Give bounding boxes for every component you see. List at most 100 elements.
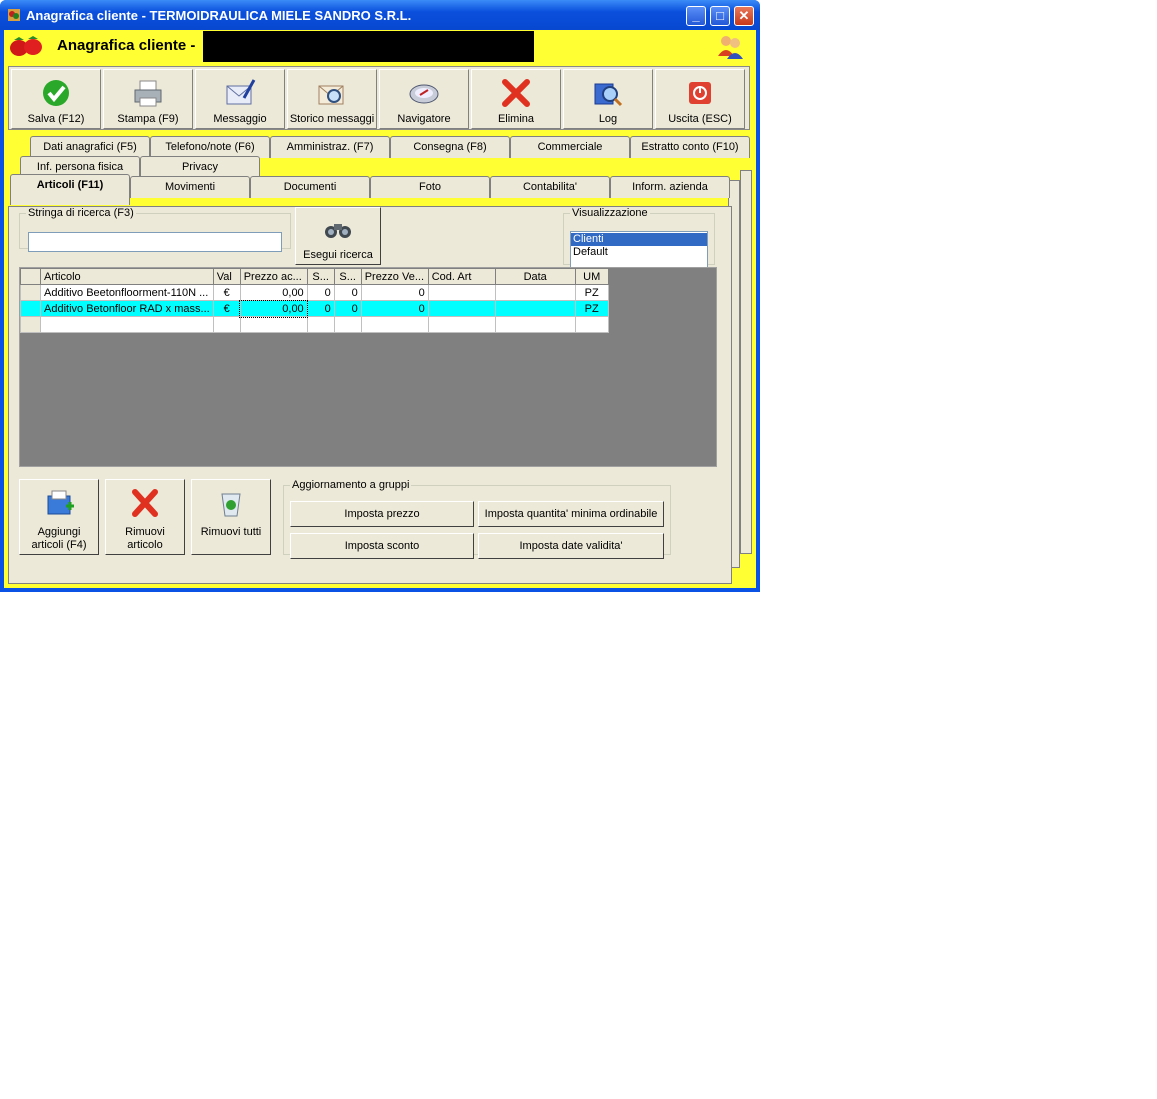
table-cell[interactable]: 0 <box>306 300 335 317</box>
add-items-icon <box>47 490 74 515</box>
close-button[interactable]: ✕ <box>734 6 754 26</box>
table-row[interactable]: Additivo Beetonfloorment-110N ... €0,00 0 0… <box>20 284 609 301</box>
tab-privacy[interactable]: Privacy <box>140 156 260 178</box>
column-header[interactable]: Prezzo Ve... <box>360 268 429 285</box>
tab-foto[interactable]: Foto <box>370 176 490 198</box>
row-indicator-header <box>20 268 41 285</box>
table-cell[interactable] <box>494 284 576 301</box>
tab-inform-azienda[interactable]: Inform. azienda <box>610 176 730 198</box>
table-cell[interactable] <box>427 300 496 317</box>
table-cell[interactable]: Additivo Betonfloor RAD x mass... <box>40 300 214 317</box>
table-cell[interactable]: 0 <box>360 300 429 317</box>
tab-commerciale[interactable]: Commerciale <box>510 136 630 158</box>
table-cell[interactable]: € <box>212 300 241 317</box>
toolbar-button-elimina[interactable]: Elimina <box>471 69 561 129</box>
header-bar: Anagrafica cliente - <box>4 30 756 64</box>
column-header[interactable]: S... <box>333 268 362 285</box>
table-cell[interactable] <box>360 316 429 333</box>
minimize-button[interactable]: _ <box>686 6 706 26</box>
column-header[interactable]: UM <box>574 268 609 285</box>
search-input[interactable] <box>28 232 282 252</box>
tab-estratto-conto-f10[interactable]: Estratto conto (F10) <box>630 136 750 158</box>
window-title: Anagrafica cliente - TERMOIDRAULICA MIEL… <box>26 8 412 23</box>
table-cell[interactable] <box>427 284 496 301</box>
printer-icon <box>134 80 162 107</box>
remove-article-button[interactable]: Rimuovi articolo <box>105 479 185 555</box>
table-cell[interactable]: PZ <box>574 284 609 301</box>
recycle-bin-icon <box>221 493 241 517</box>
table-cell[interactable]: 0,00 <box>239 284 308 301</box>
tab-articoli-f11[interactable]: Articoli (F11) <box>10 174 130 205</box>
power-icon <box>689 82 711 104</box>
tab-movimenti[interactable]: Movimenti <box>130 176 250 198</box>
compass-icon <box>409 84 439 104</box>
toolbar-button-messaggio[interactable]: Messaggio <box>195 69 285 129</box>
tab-amministraz-f7[interactable]: Amministraz. (F7) <box>270 136 390 158</box>
table-cell[interactable] <box>494 316 576 333</box>
set-discount-button[interactable]: Imposta sconto <box>290 533 474 559</box>
table-cell[interactable] <box>427 316 496 333</box>
toolbar-button-label: Uscita (ESC) <box>668 113 732 125</box>
column-header[interactable]: Data <box>494 268 576 285</box>
table-cell[interactable] <box>574 316 609 333</box>
toolbar: Salva (F12) Stampa (F9) Messaggio Storico m… <box>8 66 750 130</box>
button-label-line1: Aggiungi <box>37 526 81 538</box>
view-option-default[interactable]: Default <box>571 246 707 259</box>
button-label-line2: articoli (F4) <box>31 539 87 551</box>
search-button-label: Esegui ricerca <box>303 249 373 261</box>
column-header[interactable]: Cod. Art <box>427 268 496 285</box>
row-indicator[interactable] <box>20 316 41 333</box>
redacted-customer-name <box>203 31 534 62</box>
row-indicator[interactable] <box>20 300 41 317</box>
toolbar-button-label: Storico messaggi <box>289 113 375 125</box>
table-row[interactable] <box>20 316 609 333</box>
set-min-quantity-button[interactable]: Imposta quantita' minima ordinabile <box>478 501 664 527</box>
table-cell[interactable]: € <box>212 284 241 301</box>
tab-contabilita[interactable]: Contabilita' <box>490 176 610 198</box>
table-cell[interactable]: Additivo Beetonfloorment-110N ... <box>40 284 214 301</box>
table-cell[interactable] <box>212 316 241 333</box>
client-area: Anagrafica cliente - Salva (F12) Stampa (… <box>4 30 756 588</box>
toolbar-button-label: Messaggio <box>213 113 267 125</box>
users-icon[interactable] <box>716 32 744 60</box>
check-icon <box>43 80 69 106</box>
row-indicator[interactable] <box>20 284 41 301</box>
column-header[interactable]: Prezzo ac... <box>239 268 308 285</box>
toolbar-button-storico-messaggi[interactable]: Storico messaggi <box>287 69 377 129</box>
view-option-clienti[interactable]: Clienti <box>571 233 707 246</box>
tab-consegna-f8[interactable]: Consegna (F8) <box>390 136 510 158</box>
table-cell[interactable] <box>306 316 335 333</box>
view-listbox[interactable]: Clienti Default <box>570 231 708 269</box>
column-header[interactable]: Val <box>212 268 241 285</box>
set-price-button[interactable]: Imposta prezzo <box>290 501 474 527</box>
search-button[interactable]: Esegui ricerca <box>295 207 381 265</box>
mail-search-icon <box>318 85 344 105</box>
table-cell[interactable]: PZ <box>574 300 609 317</box>
table-cell[interactable] <box>239 316 308 333</box>
tab-telefono-note-f6[interactable]: Telefono/note (F6) <box>150 136 270 158</box>
tab-documenti[interactable]: Documenti <box>250 176 370 198</box>
table-cell[interactable]: 0,00 <box>239 299 309 318</box>
table-cell[interactable] <box>333 316 362 333</box>
toolbar-button-stampa-f9[interactable]: Stampa (F9) <box>103 69 193 129</box>
table-row[interactable]: Additivo Betonfloor RAD x mass... €0,00 0 0… <box>20 299 609 318</box>
table-cell[interactable]: 0 <box>333 284 362 301</box>
toolbar-button-navigatore[interactable]: Navigatore <box>379 69 469 129</box>
table-cell[interactable] <box>40 316 214 333</box>
toolbar-button-log[interactable]: Log <box>563 69 653 129</box>
table-cell[interactable] <box>494 300 576 317</box>
search-group: Stringa di ricerca (F3) <box>19 207 291 252</box>
title-bar[interactable]: Anagrafica cliente - TERMOIDRAULICA MIEL… <box>0 0 760 30</box>
tab-dati-anagrafici-f5[interactable]: Dati anagrafici (F5) <box>30 136 150 158</box>
remove-all-button[interactable]: Rimuovi tutti <box>191 479 271 555</box>
toolbar-button-uscita-esc[interactable]: Uscita (ESC) <box>655 69 745 129</box>
column-header[interactable]: Articolo <box>40 268 214 285</box>
table-cell[interactable]: 0 <box>360 284 429 301</box>
add-articles-button[interactable]: Aggiungi articoli (F4) <box>19 479 99 555</box>
table-cell[interactable]: 0 <box>306 284 335 301</box>
table-cell[interactable]: 0 <box>333 300 362 317</box>
column-header[interactable]: S... <box>306 268 335 285</box>
toolbar-button-salva-f12[interactable]: Salva (F12) <box>11 69 101 129</box>
maximize-button[interactable]: □ <box>710 6 730 26</box>
set-validity-dates-button[interactable]: Imposta date validita' <box>478 533 664 559</box>
